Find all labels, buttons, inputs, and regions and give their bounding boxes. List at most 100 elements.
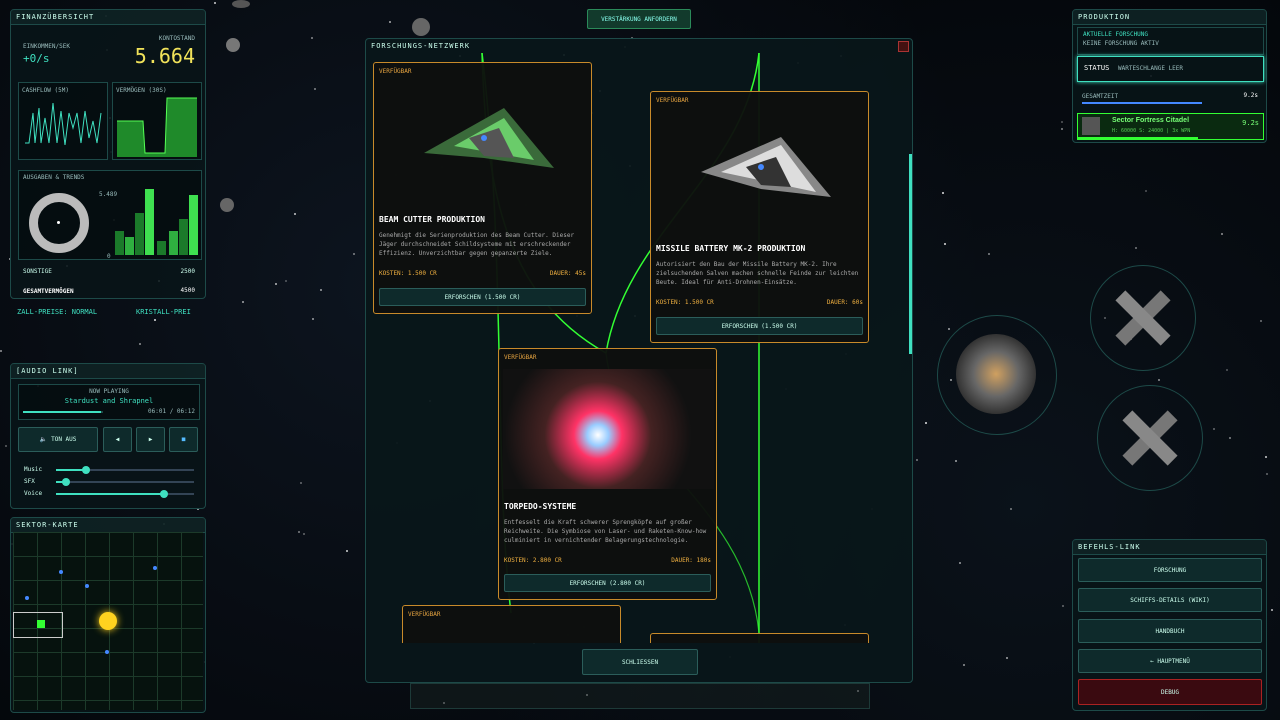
reinforce-button[interactable]: VERSTÄRKUNG ANFORDERN (587, 9, 691, 29)
status-value: WARTESCHLANGE LEER (1118, 65, 1184, 72)
cross-station-1[interactable] (1090, 265, 1196, 371)
command-panel: BEFEHLS-LINK FORSCHUNG SCHIFFS-DETAILS (… (1072, 539, 1267, 711)
track-progress-bar[interactable] (23, 411, 103, 413)
star (0, 349, 3, 352)
slider-knob[interactable] (159, 490, 168, 498)
sfx-slider[interactable] (56, 478, 194, 486)
audio-panel: [AUDIO LINK] NOW PLAYING Stardust and Sh… (10, 363, 206, 509)
voice-slider[interactable] (56, 490, 194, 498)
research-button[interactable]: ERFORSCHEN (2.800 CR) (504, 574, 711, 592)
research-button[interactable]: ERFORSCHEN (1.500 CR) (379, 288, 586, 306)
total-time-bar (1082, 102, 1202, 104)
star (1212, 427, 1215, 430)
star (955, 459, 958, 462)
queue-item-time: 9.2s (1242, 119, 1259, 127)
production-queue-item[interactable]: Sector Fortress Citadel H: 60000 S: 2400… (1077, 113, 1264, 140)
income-value: +0/s (23, 52, 50, 65)
ticker-left: ZALL-PREISE: NORMAL (17, 308, 98, 316)
total-value: 4500 (180, 287, 195, 294)
star (241, 301, 244, 303)
manual-button[interactable]: HANDBUCH (1078, 619, 1262, 643)
queue-item-progress (1078, 137, 1198, 139)
torpedo-system-image (503, 369, 714, 489)
star (274, 282, 277, 285)
spending-label: AUSGABEN & TRENDS (23, 174, 85, 181)
status-label: STATUS (1084, 64, 1110, 72)
total-time-label: GESAMTZEIT (1082, 93, 1119, 100)
slider-knob[interactable] (61, 478, 70, 486)
card-description: Genehmigt die Serienproduktion des Beam … (379, 232, 575, 257)
mute-button[interactable]: 🔈 TON AUS (18, 427, 98, 452)
research-scrollbar[interactable] (909, 154, 912, 354)
next-track-button[interactable]: ▶ (136, 427, 165, 452)
card-cost: KOSTEN: 2.800 CR (504, 557, 562, 564)
finance-title: FINANZÜBERSICHT (11, 10, 205, 25)
asteroid (232, 0, 250, 8)
close-research-button[interactable]: SCHLIESSEN (582, 649, 698, 675)
star (313, 87, 316, 90)
research-card-beam-cutter: VERFÜGBAR BEAM CUTTER PRODUKTION Genehmi… (373, 62, 592, 314)
star (1259, 319, 1262, 322)
research-scroll-area[interactable]: VERFÜGBAR BEAM CUTTER PRODUKTION Genehmi… (366, 53, 914, 643)
planet-dot (59, 570, 63, 574)
income-label: EINKOMMEN/SEK (23, 43, 70, 50)
prev-icon: ◀ (115, 436, 120, 443)
other-value: 2500 (180, 268, 195, 275)
track-title: Stardust and Shrapnel (64, 397, 154, 405)
balance-value: 5.664 (134, 44, 195, 68)
debug-button[interactable]: DEBUG (1078, 679, 1262, 705)
assets-chart: VERMÖGEN (30S) (112, 82, 202, 160)
queue-item-name: Sector Fortress Citadel (1112, 117, 1190, 124)
card-duration: DAUER: 45s (549, 270, 586, 277)
asteroid (412, 18, 430, 36)
research-card-torpedo: VERFÜGBAR TORPEDO-SYSTEME Entfesselt die… (498, 348, 717, 600)
citadel-thumbnail-icon (1082, 117, 1100, 135)
player-fleet-icon (37, 620, 45, 628)
cashflow-chart: CASHFLOW (5M) (18, 82, 108, 160)
research-button[interactable]: ERFORSCHEN (1.500 CR) (656, 317, 863, 335)
star (1265, 473, 1268, 476)
cashflow-line (25, 102, 102, 146)
current-research-value: KEINE FORSCHUNG AKTIV (1083, 40, 1159, 47)
star (987, 252, 990, 255)
production-panel: PRODUKTION AKTUELLE FORSCHUNG KEINE FORS… (1072, 9, 1267, 143)
availability-label: VERFÜGBAR (656, 97, 689, 104)
card-cost: KOSTEN: 1.500 CR (656, 299, 714, 306)
track-progress-fill (23, 411, 101, 413)
now-playing-box: NOW PLAYING Stardust and Shrapnel 06:01 … (18, 384, 200, 420)
fortress-core-icon (956, 334, 1036, 414)
star (388, 21, 391, 24)
current-research-box: AKTUELLE FORSCHUNG KEINE FORSCHUNG AKTIV (1077, 27, 1264, 55)
card-title: TORPEDO-SYSTEME (504, 502, 577, 511)
bottom-strip (410, 683, 870, 709)
spending-section: AUSGABEN & TRENDS 5.489 0 (18, 170, 202, 260)
donut-center-dot (57, 221, 60, 224)
research-nav-button[interactable]: FORSCHUNG (1078, 558, 1262, 582)
music-slider[interactable] (56, 466, 194, 474)
prev-track-button[interactable]: ◀ (103, 427, 132, 452)
star (213, 2, 216, 5)
card-title: MISSILE BATTERY MK-2 PRODUKTION (656, 244, 806, 253)
card-description: Autorisiert den Bau der Missile Battery … (656, 261, 859, 286)
asteroid (226, 38, 240, 52)
research-card-partial: VERFÜGBAR (402, 605, 621, 643)
card-description: Entfesselt die Kraft schwerer Sprengköpf… (504, 519, 707, 544)
stop-button[interactable]: ■ (169, 427, 198, 452)
card-duration: DAUER: 60s (826, 299, 863, 306)
sector-map-title: SEKTOR-KARTE (11, 518, 205, 533)
cross-station-2[interactable] (1097, 385, 1203, 491)
close-x-button[interactable] (898, 41, 909, 52)
card-duration: DAUER: 180s (671, 557, 711, 564)
planet-dot (153, 566, 157, 570)
ship-details-button[interactable]: SCHIFFS-DETAILS (WIKI) (1078, 588, 1262, 612)
research-modal: FORSCHUNGS-NETZWERK VERFÜGBAR BEAM CUTTE… (365, 38, 913, 683)
missile-battery-ship-image (701, 137, 831, 197)
assets-area (117, 97, 197, 157)
availability-label: VERFÜGBAR (408, 611, 441, 618)
fortress-station[interactable] (937, 315, 1057, 435)
sector-map-grid[interactable] (13, 532, 203, 710)
slider-knob[interactable] (82, 466, 91, 474)
research-title: FORSCHUNGS-NETZWERK (371, 42, 471, 50)
card-title: BEAM CUTTER PRODUKTION (379, 215, 485, 224)
main-menu-button[interactable]: ← HAUPTMENÜ (1078, 649, 1262, 673)
